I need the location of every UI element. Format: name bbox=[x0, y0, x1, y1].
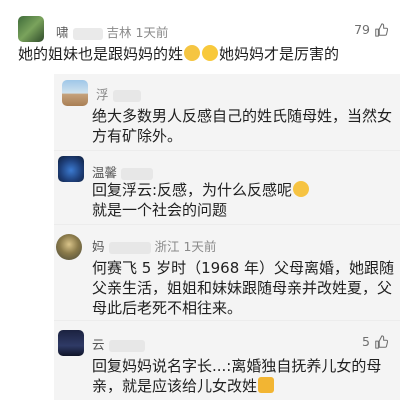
comment-text-line: 绝大多数男人反感自己的姓氏随母姓，当然女 bbox=[92, 107, 393, 125]
avatar[interactable] bbox=[58, 156, 84, 182]
location: 浙江 bbox=[154, 239, 180, 254]
comment-text-line: 亲，就是应该给儿女改姓 bbox=[92, 377, 258, 395]
comment-1: 啸 吉林 1天前 79 她的姐妹也是跟妈妈的姓 她妈妈才是厉害的 bbox=[0, 0, 400, 80]
avatar[interactable] bbox=[56, 234, 82, 260]
blurred-username bbox=[72, 27, 103, 40]
username[interactable]: 妈 bbox=[92, 239, 105, 254]
avatar[interactable] bbox=[18, 16, 44, 42]
grin-emoji bbox=[202, 45, 219, 61]
like-count: 5 bbox=[362, 334, 370, 349]
thumbs-up-emoji bbox=[258, 377, 275, 393]
reply-1: 浮 绝大多数男人反感自己的姓氏随母姓，当然女 方有矿除外。 bbox=[0, 74, 400, 154]
username[interactable]: 温馨 bbox=[92, 165, 117, 180]
comment-text-line: 父亲生活，姐姐和妹妹跟随母亲并改姓夏，父 bbox=[92, 279, 393, 297]
username[interactable]: 浮 bbox=[96, 87, 109, 102]
location: 吉林 bbox=[106, 25, 132, 40]
comment-text-line: 方有矿除外。 bbox=[92, 127, 183, 145]
reply-2: 温馨 回复浮云:反感，为什么反感呢 就是一个社会的问题 bbox=[0, 150, 400, 230]
cat-smile-emoji bbox=[184, 45, 201, 61]
blurred-username bbox=[112, 89, 141, 102]
timestamp: 1天前 bbox=[183, 239, 217, 254]
like-button[interactable]: 79 bbox=[354, 22, 388, 37]
comment-text-line: 回复妈妈说名字长...:离婚独自抚养儿女的母 bbox=[92, 357, 382, 375]
comment-text-line: 母此后老死不相往来。 bbox=[92, 299, 243, 317]
timestamp: 1天前 bbox=[135, 25, 169, 40]
crying-face-emoji bbox=[293, 181, 310, 197]
comment-text-line: 何赛飞 5 岁时（1968 年）父母离婚，她跟随 bbox=[92, 259, 395, 277]
like-count: 79 bbox=[354, 22, 370, 37]
avatar[interactable] bbox=[62, 80, 88, 106]
like-button[interactable]: 5 bbox=[362, 334, 388, 349]
avatar[interactable] bbox=[58, 330, 84, 356]
comment-text-line: 她的姐妹也是跟妈妈的姓 bbox=[18, 45, 184, 63]
username[interactable]: 云 bbox=[92, 337, 105, 352]
username[interactable]: 啸 bbox=[56, 25, 69, 40]
blurred-username bbox=[121, 167, 153, 180]
blurred-username bbox=[108, 241, 151, 254]
reply-3: 妈 浙江 1天前 何赛飞 5 岁时（1968 年）父母离婚，她跟随 父亲生活，姐… bbox=[0, 224, 400, 324]
blurred-username bbox=[108, 339, 145, 352]
comment-text-line: 回复浮云:反感，为什么反感呢 bbox=[92, 181, 293, 199]
comment-text: 她的姐妹也是跟妈妈的姓 她妈妈才是厉害的 bbox=[18, 44, 339, 64]
comment-text-line: 她妈妈才是厉害的 bbox=[219, 45, 340, 63]
comment-text-line: 就是一个社会的问题 bbox=[92, 201, 228, 219]
reply-4: 云 5 回复妈妈说名字长...:离婚独自抚养儿女的母 亲，就是应该给儿女改姓 bbox=[0, 320, 400, 400]
thumbs-up-icon bbox=[375, 22, 388, 37]
thumbs-up-icon bbox=[375, 334, 388, 349]
